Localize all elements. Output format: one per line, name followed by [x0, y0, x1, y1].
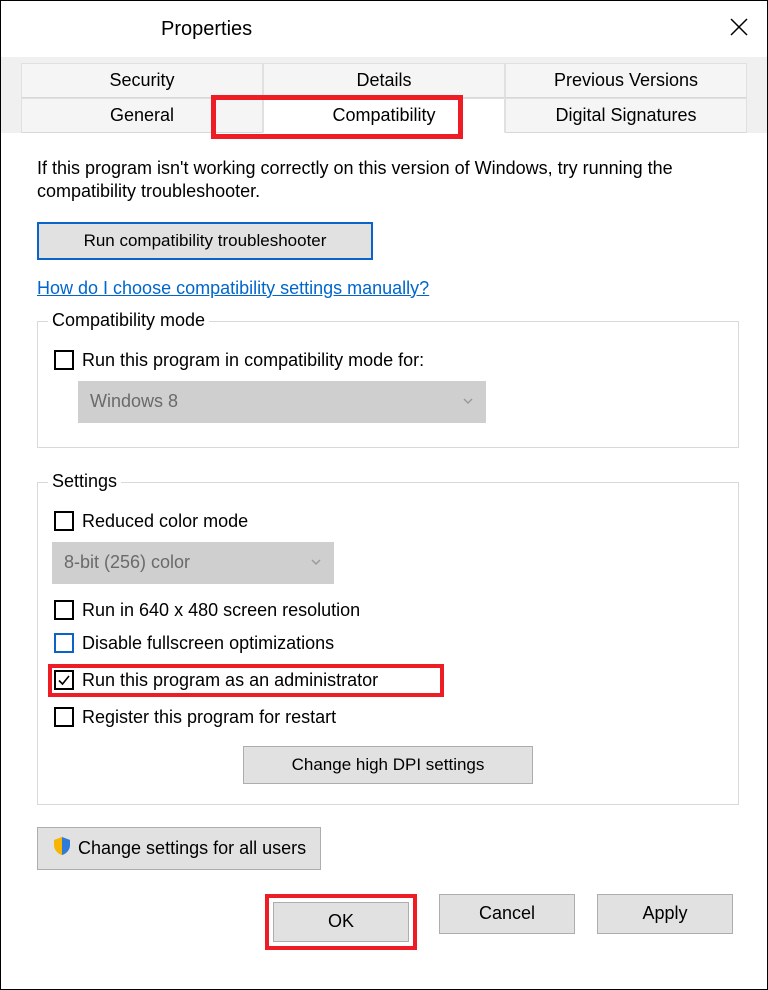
- fullscreen-checkbox[interactable]: [54, 633, 74, 653]
- tab-previous-versions[interactable]: Previous Versions: [505, 63, 747, 98]
- titlebar: Properties: [1, 1, 767, 57]
- tab-content: If this program isn't working correctly …: [1, 133, 767, 966]
- apply-button[interactable]: Apply: [597, 894, 733, 934]
- change-dpi-button[interactable]: Change high DPI settings: [243, 746, 533, 784]
- fullscreen-label: Disable fullscreen optimizations: [82, 633, 334, 654]
- compatibility-mode-group: Compatibility mode Run this program in c…: [37, 321, 739, 448]
- settings-group: Settings Reduced color mode 8-bit (256) …: [37, 482, 739, 805]
- tab-details[interactable]: Details: [263, 63, 505, 98]
- compat-mode-label: Run this program in compatibility mode f…: [82, 350, 424, 371]
- chevron-down-icon: [462, 391, 474, 412]
- highlight-ok: OK: [265, 894, 417, 950]
- dialog-button-row: OK Cancel Apply: [37, 894, 739, 950]
- register-restart-label: Register this program for restart: [82, 707, 336, 728]
- color-depth-value: 8-bit (256) color: [64, 552, 190, 573]
- register-restart-checkbox[interactable]: [54, 707, 74, 727]
- tab-security[interactable]: Security: [21, 63, 263, 98]
- compatibility-mode-legend: Compatibility mode: [48, 310, 209, 331]
- reduced-color-label: Reduced color mode: [82, 511, 248, 532]
- compat-mode-checkbox[interactable]: [54, 350, 74, 370]
- window-title: Properties: [161, 18, 252, 41]
- run-as-admin-label: Run this program as an administrator: [82, 670, 378, 691]
- settings-legend: Settings: [48, 471, 121, 492]
- close-icon[interactable]: [729, 17, 749, 42]
- compat-os-select: Windows 8: [78, 381, 486, 423]
- ok-button[interactable]: OK: [273, 902, 409, 942]
- change-all-users-label: Change settings for all users: [78, 838, 306, 859]
- shield-icon: [52, 836, 72, 861]
- tab-compatibility[interactable]: Compatibility: [263, 98, 505, 133]
- resolution-checkbox[interactable]: [54, 600, 74, 620]
- chevron-down-icon: [310, 552, 322, 573]
- resolution-label: Run in 640 x 480 screen resolution: [82, 600, 360, 621]
- reduced-color-checkbox[interactable]: [54, 511, 74, 531]
- tab-general[interactable]: General: [21, 98, 263, 133]
- manual-settings-link[interactable]: How do I choose compatibility settings m…: [37, 278, 429, 299]
- tab-strip: Security Details Previous Versions Gener…: [1, 57, 767, 133]
- compat-os-value: Windows 8: [90, 391, 178, 412]
- run-as-admin-checkbox[interactable]: [54, 670, 74, 690]
- tab-digital-signatures[interactable]: Digital Signatures: [505, 98, 747, 133]
- color-depth-select: 8-bit (256) color: [52, 542, 334, 584]
- change-all-users-button[interactable]: Change settings for all users: [37, 827, 321, 870]
- cancel-button[interactable]: Cancel: [439, 894, 575, 934]
- run-troubleshooter-button[interactable]: Run compatibility troubleshooter: [37, 222, 373, 260]
- intro-text: If this program isn't working correctly …: [37, 157, 739, 204]
